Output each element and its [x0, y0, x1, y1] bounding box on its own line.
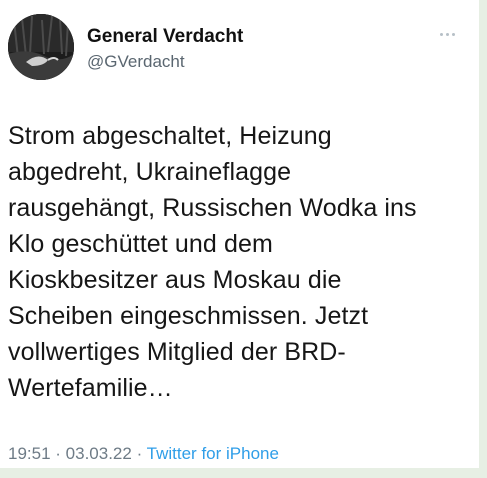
tweet-line: Scheiben eingeschmissen. Jetzt	[8, 302, 369, 330]
user-handle[interactable]: @GVerdacht	[87, 52, 185, 72]
meta-separator: ·	[50, 444, 66, 463]
tweet-line: Strom abgeschaltet, Heizung	[8, 122, 332, 150]
profile-photo-icon[interactable]	[8, 14, 74, 80]
tweet-source-link[interactable]: Twitter for iPhone	[147, 444, 279, 463]
tweet-text: Strom abgeschaltet, Heizung abgedreht, U…	[8, 118, 473, 406]
tweet-line: rausgehängt, Russischen Wodka ins	[8, 194, 417, 222]
tweet-line: Wertefamilie…	[8, 374, 173, 402]
tweet-date[interactable]: 03.03.22	[66, 444, 132, 463]
tweet-time[interactable]: 19:51	[8, 444, 51, 463]
tweet-line: Kioskbesitzer aus Moskau die	[8, 266, 342, 294]
tweet-line: abgedreht, Ukraineflagge	[8, 158, 292, 186]
avatar-image	[8, 14, 74, 80]
screenshot-edge	[0, 468, 487, 478]
tweet-card: General Verdacht @GVerdacht Strom abgesc…	[0, 0, 487, 478]
more-horizontal-icon[interactable]	[431, 24, 463, 44]
display-name[interactable]: General Verdacht	[87, 26, 243, 48]
tweet-line: Klo geschüttet und dem	[8, 230, 273, 258]
dot	[451, 32, 455, 36]
screenshot-edge	[479, 0, 487, 478]
dot	[439, 32, 443, 36]
dot	[445, 32, 449, 36]
tweet-metadata: 19:51 · 03.03.22 · Twitter for iPhone	[8, 444, 279, 464]
tweet-line: vollwertiges Mitglied der BRD-	[8, 338, 346, 366]
meta-separator: ·	[131, 444, 147, 463]
